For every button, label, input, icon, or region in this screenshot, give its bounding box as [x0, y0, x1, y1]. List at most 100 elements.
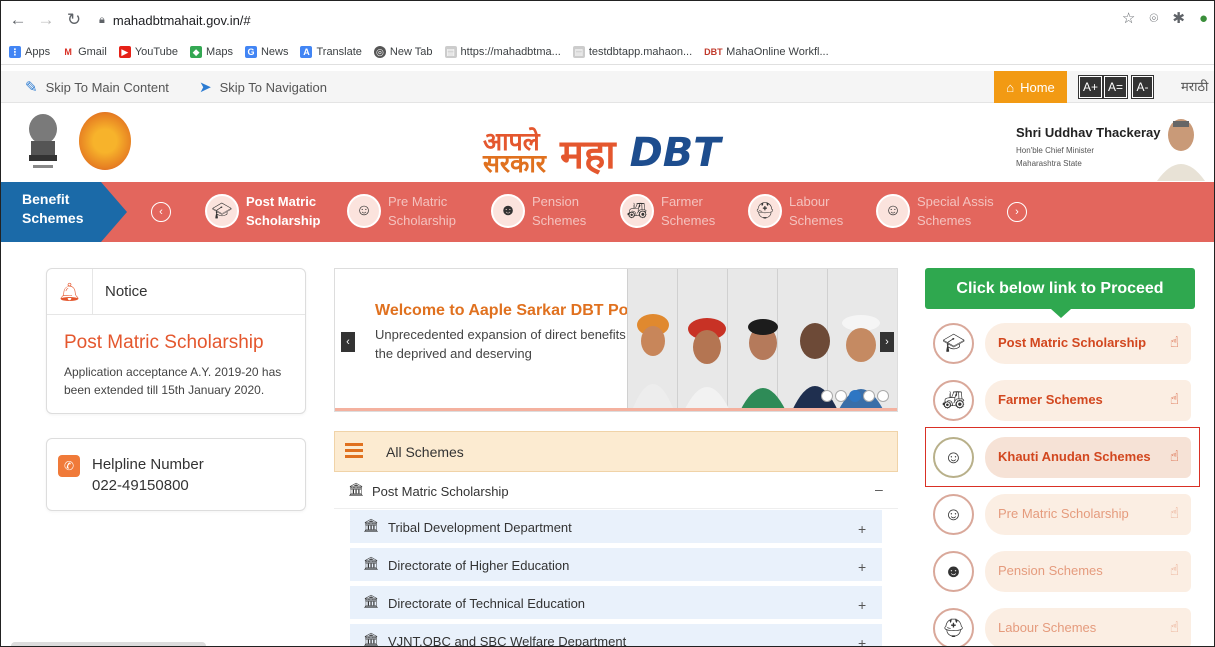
url-text: mahadbtmahait.gov.in/#	[112, 12, 251, 28]
translate-icon: A	[300, 45, 313, 58]
helpline-card: ✆ Helpline Number 022-49150800	[46, 438, 306, 511]
url-field[interactable]: 🔒︎ mahadbtmahait.gov.in/#	[99, 13, 251, 28]
elderly-man-icon: ☻	[933, 551, 974, 592]
labourer-icon: ⛑︎	[748, 194, 782, 228]
nav-farmer[interactable]: 🚜︎ Farmer Schemes	[620, 192, 715, 230]
notice-headline[interactable]: Post Matric Scholarship	[64, 332, 264, 354]
cm-title: Hon'ble Chief Minister	[1016, 146, 1095, 155]
font-increase-button[interactable]: A+	[1077, 75, 1104, 99]
all-schemes-panel: All Schemes 🏛︎ Post Matric Scholarship –…	[334, 431, 898, 647]
helpline-title: Helpline Number	[92, 456, 204, 473]
nav-pre-matric[interactable]: ☺ Pre Matric Scholarship	[347, 192, 456, 230]
extensions-icon[interactable]: ✱	[1172, 9, 1185, 27]
language-toggle[interactable]: मराठी	[1181, 77, 1208, 95]
bookmark-news[interactable]: G News	[244, 45, 288, 58]
bookmark-maps[interactable]: ◆ Maps	[190, 45, 233, 58]
welcome-carousel: Welcome to Aaple Sarkar DBT Portal Unpre…	[334, 268, 898, 412]
scheme-group-post-matric[interactable]: 🏛︎ Post Matric Scholarship –	[334, 472, 898, 509]
bookmark-translate[interactable]: A Translate	[300, 45, 362, 58]
scheme-nav-bar	[1, 182, 1214, 242]
address-bar-row: ← → ↻ 🔒︎ mahadbtmahait.gov.in/# ☆ ⌾ ✱ ●	[1, 1, 1214, 39]
skip-main-link[interactable]: ✎ Skip To Main Content	[25, 78, 169, 96]
nav-special-assistance[interactable]: ☺ Special Assis Schemes	[876, 192, 994, 230]
link-labour-schemes[interactable]: Labour Schemes ☝	[985, 608, 1191, 646]
carousel-dot[interactable]	[863, 390, 875, 402]
scheme-prev-button[interactable]: ‹	[151, 202, 171, 222]
dept-row-tribal[interactable]: 🏛︎ Tribal Development Department +	[350, 510, 882, 543]
bookmark-gmail[interactable]: M Gmail	[62, 45, 107, 58]
hand-pointer-icon: ☝	[1169, 562, 1179, 579]
link-pension-schemes[interactable]: Pension Schemes ☝	[985, 551, 1191, 592]
expand-icon[interactable]: +	[858, 635, 866, 646]
bookmark-new-tab[interactable]: ◎ New Tab	[373, 45, 433, 58]
hand-pointer-icon: ☝	[1169, 619, 1179, 636]
skip-nav-link[interactable]: ➤ Skip To Navigation	[199, 78, 327, 96]
bookmark-mahadbt[interactable]: ▤ https://mahadbtma...	[444, 45, 561, 58]
reload-icon[interactable]: ↻	[63, 9, 85, 31]
logo-maha-text: महा	[560, 132, 616, 178]
page-icon: ▤	[572, 45, 585, 58]
dbt-icon: DBT	[704, 45, 723, 58]
dept-row-vjnt-obc-sbc[interactable]: 🏛︎ VJNT,OBC and SBC Welfare Department +	[350, 624, 882, 647]
collapse-icon[interactable]: –	[875, 481, 883, 497]
carousel-dot-active[interactable]	[849, 390, 861, 402]
bookmark-mahaonline[interactable]: DBT MahaOnline Workfl...	[704, 45, 829, 58]
font-decrease-button[interactable]: A-	[1131, 75, 1154, 99]
star-icon[interactable]: ☆	[1122, 9, 1135, 27]
expand-icon[interactable]: +	[858, 521, 866, 537]
carousel-dot[interactable]	[877, 390, 889, 402]
notice-title: Notice	[105, 283, 148, 300]
status-bar-tooltip	[11, 642, 206, 646]
gmail-icon: M	[62, 45, 75, 58]
globe-icon: ◎	[373, 45, 386, 58]
graduation-cap-icon: 🎓︎	[205, 194, 239, 228]
chevron-left-icon: ‹	[346, 336, 350, 348]
expand-icon[interactable]: +	[858, 559, 866, 575]
camera-icon[interactable]: ⌾	[1149, 10, 1158, 27]
hand-pointer-icon: ☝	[1169, 391, 1179, 408]
nav-labour[interactable]: ⛑︎ Labour Schemes	[748, 192, 843, 230]
notice-text: Application acceptance A.Y. 2019-20 has …	[64, 365, 282, 397]
bookmark-testdbt[interactable]: ▤ testdbtapp.mahaon...	[572, 45, 692, 58]
carousel-dot[interactable]	[835, 390, 847, 402]
mahadbt-logo[interactable]: आपले सरकार महा DBT	[483, 125, 721, 180]
selection-highlight	[925, 427, 1200, 487]
proceed-banner: Click below link to Proceed	[925, 268, 1195, 309]
nav-pension[interactable]: ☻ Pension Schemes	[491, 192, 586, 230]
assistance-person-icon: ☺	[876, 194, 910, 228]
carousel-dot[interactable]	[821, 390, 833, 402]
national-emblem-icon	[29, 114, 57, 168]
navigation-arrow-icon: ➤	[199, 79, 212, 96]
graduation-cap-icon: 🎓︎	[933, 323, 974, 364]
dept-row-higher-education[interactable]: 🏛︎ Directorate of Higher Education +	[350, 548, 882, 581]
aaple-sarkar-logo: आपले सरकार	[483, 126, 547, 178]
helpline-number[interactable]: 022-49150800	[92, 477, 189, 494]
carousel-next-button[interactable]: ›	[880, 332, 894, 352]
link-post-matric[interactable]: Post Matric Scholarship ☝	[985, 323, 1191, 364]
cm-name: Shri Uddhav Thackeray	[1016, 125, 1161, 140]
lock-icon: 🔒︎	[99, 13, 105, 26]
link-pre-matric[interactable]: Pre Matric Scholarship ☝	[985, 494, 1191, 535]
list-icon	[345, 443, 363, 459]
institution-icon: 🏛︎	[363, 518, 380, 533]
home-button[interactable]: ⌂ Home	[994, 71, 1067, 103]
profile-icon[interactable]: ●	[1199, 10, 1208, 27]
page-icon: ▤	[444, 45, 457, 58]
scheme-next-button[interactable]: ›	[1007, 202, 1027, 222]
bookmark-apps[interactable]: ⋮ Apps	[9, 45, 50, 58]
institution-icon: 🏛︎	[363, 594, 380, 609]
maps-icon: ◆	[190, 45, 203, 58]
back-icon[interactable]: ←	[7, 9, 29, 31]
labourer-icon: ⛑︎	[933, 608, 974, 646]
font-reset-button[interactable]: A=	[1102, 75, 1129, 99]
carousel-prev-button[interactable]: ‹	[341, 332, 355, 352]
bookmark-youtube[interactable]: ▶ YouTube	[118, 45, 178, 58]
forward-icon[interactable]: →	[35, 9, 57, 31]
nav-post-matric[interactable]: 🎓︎ Post Matric Scholarship	[205, 192, 320, 230]
phone-icon: ✆	[58, 455, 80, 477]
institution-icon: 🏛︎	[363, 632, 380, 647]
expand-icon[interactable]: +	[858, 597, 866, 613]
link-farmer-schemes[interactable]: Farmer Schemes ☝	[985, 380, 1191, 421]
carousel-title: Welcome to Aaple Sarkar DBT Portal	[375, 302, 654, 319]
dept-row-technical-education[interactable]: 🏛︎ Directorate of Technical Education +	[350, 586, 882, 619]
